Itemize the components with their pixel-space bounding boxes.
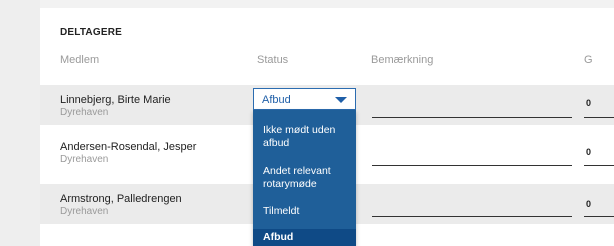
left-gutter [0,0,40,246]
chevron-down-icon [335,97,347,103]
g-value: 0 [586,199,592,209]
section-title: DELTAGERE [60,27,122,38]
note-input[interactable] [372,117,572,118]
member-club: Dyrehaven [60,107,109,118]
g-input[interactable] [584,117,614,118]
status-dropdown-menu: Ikke mødt uden afbud Andet relevant rota… [253,110,356,246]
g-value: 0 [586,98,592,108]
note-input[interactable] [372,216,572,217]
note-input[interactable] [372,165,572,166]
column-header-status: Status [257,54,289,66]
status-option-ikke-modt[interactable]: Ikke mødt uden afbud [253,124,356,150]
top-band [40,0,614,8]
column-header-note: Bemærkning [371,54,434,66]
member-name: Andersen-Rosendal, Jesper [60,141,197,153]
g-value: 0 [586,147,592,157]
member-name: Armstrong, Palledrengen [60,193,182,205]
g-input[interactable] [584,216,614,217]
status-dropdown-value: Afbud [262,94,291,106]
g-input[interactable] [584,165,614,166]
column-header-g: G [584,54,593,66]
column-header-member: Medlem [60,54,100,66]
status-dropdown[interactable]: Afbud [253,88,356,110]
status-option-tilmeldt[interactable]: Tilmeldt [253,205,356,218]
member-club: Dyrehaven [60,154,109,165]
member-name: Linnebjerg, Birte Marie [60,94,171,106]
status-option-andet-relevant[interactable]: Andet relevant rotarymøde [253,165,356,191]
member-club: Dyrehaven [60,206,109,217]
status-option-afbud[interactable]: Afbud [253,229,356,246]
